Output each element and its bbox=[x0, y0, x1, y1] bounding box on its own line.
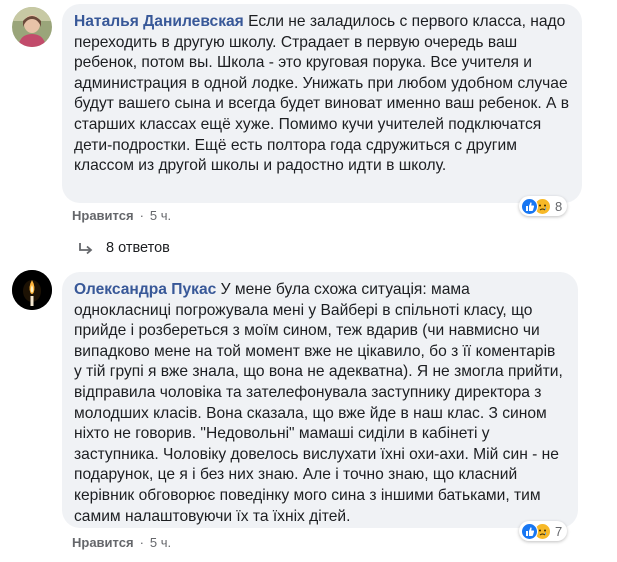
replies-count-label: 8 ответов bbox=[106, 240, 170, 256]
like-button[interactable]: Нравится bbox=[72, 208, 134, 223]
comment-text: Если не заладилось с первого класса, над… bbox=[74, 13, 570, 175]
reaction-summary[interactable]: 8 bbox=[519, 196, 568, 216]
like-button[interactable]: Нравится bbox=[72, 535, 134, 550]
reaction-summary[interactable]: 7 bbox=[519, 521, 568, 541]
comment-timestamp[interactable]: 5 ч. bbox=[150, 535, 171, 550]
comment-actions: Нравится · 5 ч. bbox=[72, 208, 171, 223]
comment-timestamp[interactable]: 5 ч. bbox=[150, 208, 171, 223]
reaction-count: 8 bbox=[555, 198, 563, 214]
avatar[interactable] bbox=[12, 270, 52, 310]
view-replies-link[interactable]: 8 ответов bbox=[78, 240, 170, 256]
user-photo-icon bbox=[12, 7, 52, 47]
reply-arrow-icon bbox=[78, 241, 94, 255]
candle-icon bbox=[12, 270, 52, 310]
comment-text: У мене була схожа ситуація: мама однокла… bbox=[74, 281, 563, 525]
separator: · bbox=[139, 208, 144, 223]
comment-bubble: Наталья Данилевская Если не заладилось с… bbox=[62, 4, 582, 203]
comment-author[interactable]: Наталья Данилевская bbox=[74, 13, 244, 30]
reaction-count: 7 bbox=[555, 523, 563, 539]
like-icon bbox=[521, 522, 538, 540]
comment-bubble: Олександра Пукас У мене була схожа ситуа… bbox=[62, 272, 578, 528]
comment-author[interactable]: Олександра Пукас bbox=[74, 281, 216, 298]
like-icon bbox=[521, 197, 538, 215]
avatar[interactable] bbox=[12, 7, 52, 47]
comment-actions: Нравится · 5 ч. bbox=[72, 535, 171, 550]
separator: · bbox=[139, 535, 144, 550]
